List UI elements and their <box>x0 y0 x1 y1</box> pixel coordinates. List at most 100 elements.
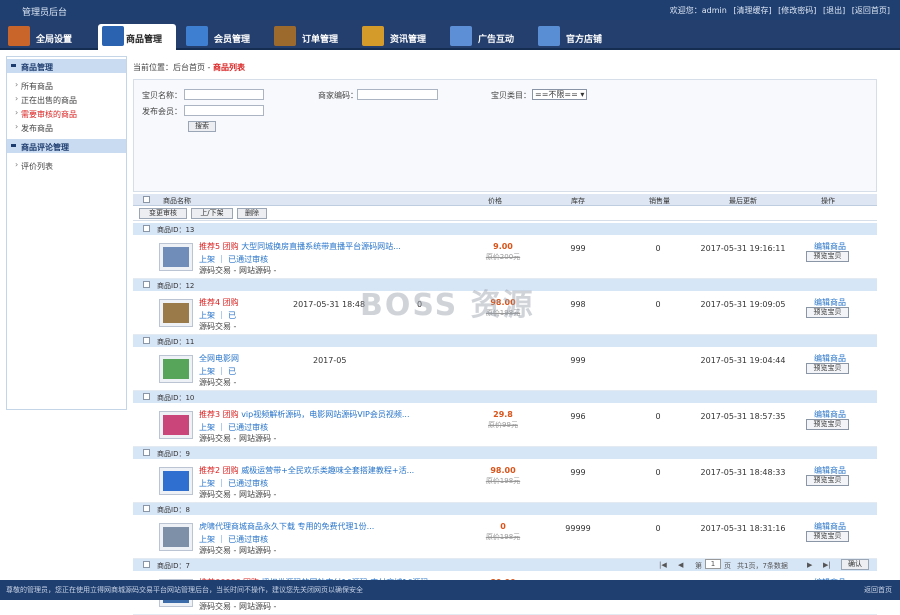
footer-home-link[interactable]: 返回首页 <box>864 585 892 595</box>
product-stock: 99999 <box>565 524 591 533</box>
welcome-text: 欢迎您：admin <box>669 6 727 15</box>
product-sales: 0 <box>655 244 661 253</box>
product-category: 源码交易 - <box>199 322 237 331</box>
table-row: 推荐2 团购 威极运营带+全民欢乐类趣味全套搭建教程+活... 上架 ｜ 已通过审… <box>133 459 877 503</box>
sidebar-item-pending-review[interactable]: 需要审核的商品 <box>15 108 77 120</box>
sidebar-item-all-products[interactable]: 所有商品 <box>15 80 53 92</box>
name-input[interactable] <box>184 89 264 100</box>
product-thumbnail[interactable] <box>159 355 193 383</box>
row-group-header: 商品ID：8 <box>133 503 877 515</box>
product-price: 0 <box>500 522 506 531</box>
tab-label: 会员管理 <box>214 35 251 45</box>
prev-page-button[interactable]: ◀ <box>678 561 683 569</box>
search-button[interactable]: 搜索 <box>188 121 216 132</box>
breadcrumb-home[interactable]: 后台首页 <box>173 63 205 72</box>
breadcrumb: 当前位置：后台首页 - 商品列表 <box>133 62 245 73</box>
seller-input[interactable] <box>184 105 264 116</box>
tab-ad-interaction[interactable]: 广告互动 <box>450 24 530 50</box>
tab-member-management[interactable]: 会员管理 <box>186 24 266 50</box>
page-prefix: 第 <box>695 562 702 570</box>
product-name-link[interactable]: 推荐4 团购 <box>199 297 239 308</box>
product-tag: 推荐3 团购 <box>199 410 239 419</box>
clear-cache-link[interactable]: [清理缓存] <box>733 6 771 15</box>
type-select[interactable]: ==不限== ▾ <box>532 89 587 100</box>
product-name-link[interactable]: 推荐5 团购 大型同城换房直播系统带直播平台源码网站... <box>199 241 401 252</box>
row-checkbox[interactable] <box>143 225 150 232</box>
next-page-button[interactable]: ▶ <box>807 561 812 569</box>
page-input[interactable]: 1 <box>705 559 721 569</box>
tab-official-shop[interactable]: 官方店铺 <box>538 24 618 50</box>
product-status[interactable]: 上架 ｜ 已通过审核 <box>199 254 268 265</box>
tab-label: 订单管理 <box>302 35 339 45</box>
change-review-button[interactable]: 变更审核 <box>139 208 187 219</box>
tab-order-management[interactable]: 订单管理 <box>274 24 354 50</box>
product-status[interactable]: 上架 ｜ 已通过审核 <box>199 534 268 545</box>
product-thumbnail[interactable] <box>159 411 193 439</box>
select-all-checkbox[interactable] <box>143 196 150 203</box>
type-select-value: ==不限== <box>535 90 578 99</box>
logout-link[interactable]: [退出] <box>823 6 845 15</box>
preview-product-button[interactable]: 预览宝贝 <box>806 307 849 318</box>
preview-product-button[interactable]: 预览宝贝 <box>806 475 849 486</box>
product-name-link[interactable]: 推荐3 团购 vip视频解析源码，电影网站源码VIP会员视频... <box>199 409 410 420</box>
row-checkbox[interactable] <box>143 337 150 344</box>
sidebar-item-publish[interactable]: 发布商品 <box>15 122 53 134</box>
tab-product-management[interactable]: 商品管理 <box>98 24 176 50</box>
product-status[interactable]: 上架 ｜ 已 <box>199 310 236 321</box>
preview-product-button[interactable]: 预览宝贝 <box>806 531 849 542</box>
sidebar-group-title: 商品管理 <box>21 63 53 72</box>
product-original-price: 原价200元 <box>485 253 521 261</box>
row-checkbox[interactable] <box>143 505 150 512</box>
row-checkbox[interactable] <box>143 393 150 400</box>
preview-product-button[interactable]: 预览宝贝 <box>806 363 849 374</box>
product-stock: 999 <box>570 356 586 365</box>
home-icon <box>8 26 30 46</box>
product-name-link[interactable]: 全网电影网 <box>199 353 239 364</box>
confirm-page-button[interactable]: 确认 <box>841 559 869 570</box>
first-page-button[interactable]: |◀ <box>659 561 667 569</box>
tab-news-management[interactable]: 资讯管理 <box>362 24 442 50</box>
product-sales: 0 <box>655 468 661 477</box>
code-label: 商家编码： <box>318 91 358 100</box>
top-bar: 管理员后台 欢迎您：admin [清理缓存] [修改密码] [退出] [返回首页… <box>0 0 900 20</box>
product-original-price: 原价198元 <box>485 477 521 485</box>
tab-global-settings[interactable]: 全局设置 <box>8 24 88 50</box>
col-actions: 操作 <box>821 197 835 205</box>
footer: 尊敬的管理员，您正在使用立得网商城源码交易平台网站管理后台，当长时间不操作，建议… <box>0 580 900 600</box>
collapse-icon <box>11 144 16 147</box>
product-sales: 0 <box>655 412 661 421</box>
product-name-link[interactable]: 推荐2 团购 威极运营带+全民欢乐类趣味全套搭建教程+活... <box>199 465 414 476</box>
thumbnail-image <box>163 527 189 547</box>
preview-product-button[interactable]: 预览宝贝 <box>806 419 849 430</box>
product-thumbnail[interactable] <box>159 467 193 495</box>
product-thumbnail[interactable] <box>159 523 193 551</box>
product-thumbnail[interactable] <box>159 243 193 271</box>
preview-product-button[interactable]: 预览宝贝 <box>806 251 849 262</box>
product-status[interactable]: 上架 ｜ 已通过审核 <box>199 422 268 433</box>
toggle-listing-button[interactable]: 上/下架 <box>191 208 233 219</box>
product-updated: 2017-05-31 19:09:05 <box>700 300 786 309</box>
home-link[interactable]: [返回首页] <box>852 6 890 15</box>
product-stock: 999 <box>570 244 586 253</box>
breadcrumb-prefix: 当前位置： <box>133 63 173 72</box>
type-label: 宝贝类目： <box>491 91 531 100</box>
product-name-link[interactable]: 虎啸代理商城商品永久下载 专用的免费代理1份... <box>199 521 374 532</box>
delete-button[interactable]: 删除 <box>237 208 267 219</box>
sidebar-item-reviews[interactable]: 评价列表 <box>15 160 53 172</box>
overlay-time: 2017-05-31 18:48 <box>293 300 366 309</box>
product-status[interactable]: 上架 ｜ 已通过审核 <box>199 478 268 489</box>
product-thumbnail[interactable] <box>159 299 193 327</box>
row-checkbox[interactable] <box>143 281 150 288</box>
sidebar-group-products[interactable]: 商品管理 <box>7 59 126 73</box>
change-password-link[interactable]: [修改密码] <box>778 6 816 15</box>
code-input[interactable] <box>357 89 438 100</box>
row-checkbox[interactable] <box>143 449 150 456</box>
product-category: 源码交易 - 网站源码 - <box>199 602 277 611</box>
sidebar-item-on-sale[interactable]: 正在出售的商品 <box>15 94 77 106</box>
page-suffix: 页 <box>724 562 731 570</box>
last-page-button[interactable]: ▶| <box>823 561 831 569</box>
table-row: 全网电影网 上架 ｜ 已源码交易 -999 2017-05-31 19:04:44 编… <box>133 347 877 391</box>
sidebar-group-comments[interactable]: 商品评论管理 <box>7 139 126 153</box>
product-updated: 2017-05-31 18:57:35 <box>700 412 786 421</box>
product-status[interactable]: 上架 ｜ 已 <box>199 366 236 377</box>
